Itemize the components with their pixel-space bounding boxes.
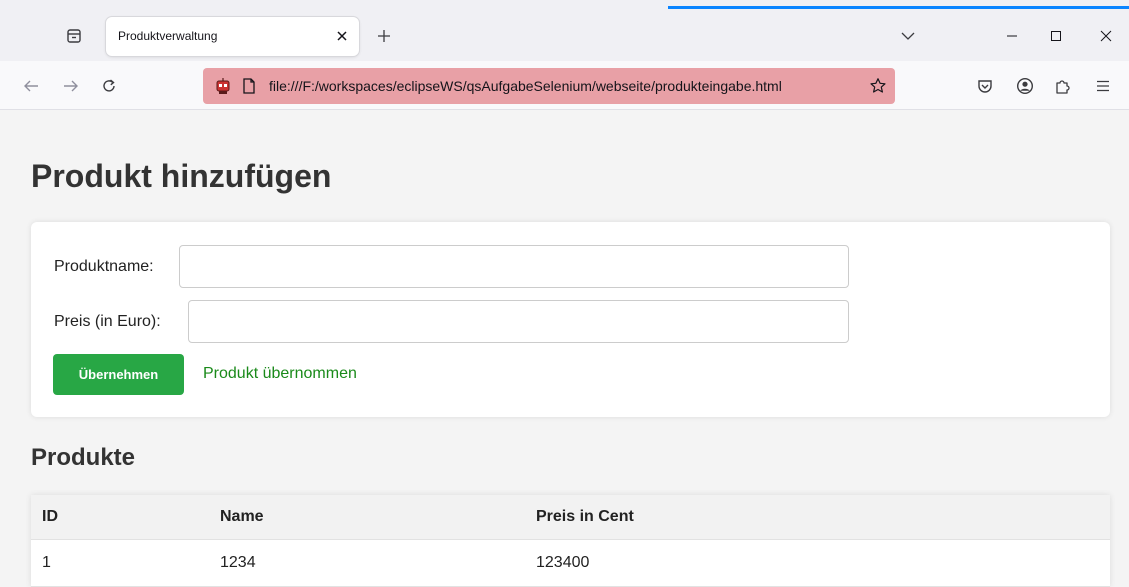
hamburger-menu-icon[interactable] bbox=[1090, 73, 1116, 99]
page-icon[interactable] bbox=[241, 77, 259, 95]
success-message: Produkt übernommen bbox=[203, 365, 357, 382]
extensions-icon[interactable] bbox=[1050, 73, 1076, 99]
product-name-label: Produktname: bbox=[54, 258, 154, 275]
star-icon[interactable] bbox=[868, 76, 888, 96]
cell-name: 1234 bbox=[209, 539, 525, 587]
browser-chrome: Produktverwaltung file:///F:/workspaces/… bbox=[0, 0, 1129, 110]
maximize-icon[interactable] bbox=[1040, 22, 1072, 50]
products-section-title: Produkte bbox=[31, 444, 136, 471]
tab-produktverwaltung[interactable]: Produktverwaltung bbox=[106, 17, 359, 56]
column-header-name: Name bbox=[209, 495, 525, 540]
product-form-card: Produktname: Preis (in Euro): Übernehmen… bbox=[31, 222, 1110, 417]
tab-title: Produktverwaltung bbox=[118, 29, 218, 43]
window-close-icon[interactable] bbox=[1090, 22, 1122, 50]
page-title: Produkt hinzufügen bbox=[31, 158, 332, 194]
product-name-input[interactable] bbox=[179, 245, 849, 288]
tab-list-icon[interactable] bbox=[58, 22, 90, 50]
robot-icon[interactable] bbox=[214, 77, 232, 95]
url-bar[interactable]: file:///F:/workspaces/eclipseWS/qsAufgab… bbox=[203, 68, 895, 104]
url-text[interactable]: file:///F:/workspaces/eclipseWS/qsAufgab… bbox=[269, 78, 782, 94]
price-label: Preis (in Euro): bbox=[54, 313, 161, 330]
reload-icon[interactable] bbox=[96, 73, 122, 99]
column-header-price: Preis in Cent bbox=[525, 495, 1110, 540]
forward-icon[interactable] bbox=[58, 73, 84, 99]
pocket-icon[interactable] bbox=[972, 73, 998, 99]
table-row: 1 1234 123400 bbox=[31, 539, 1110, 587]
back-icon[interactable] bbox=[18, 73, 44, 99]
table-header-row: ID Name Preis in Cent bbox=[31, 495, 1110, 540]
page-content: Produkt hinzufügen Produktname: Preis (i… bbox=[0, 110, 1129, 587]
loading-indicator bbox=[668, 6, 1129, 9]
close-tab-icon[interactable] bbox=[331, 25, 353, 47]
submit-button[interactable]: Übernehmen bbox=[53, 354, 184, 395]
chevron-down-icon[interactable] bbox=[896, 24, 920, 48]
cell-id: 1 bbox=[31, 539, 209, 587]
new-tab-icon[interactable] bbox=[372, 24, 396, 48]
products-table: ID Name Preis in Cent 1 1234 123400 bbox=[31, 495, 1110, 587]
account-icon[interactable] bbox=[1012, 73, 1038, 99]
cell-price: 123400 bbox=[525, 539, 1110, 587]
minimize-icon[interactable] bbox=[996, 22, 1028, 50]
column-header-id: ID bbox=[31, 495, 209, 540]
price-input[interactable] bbox=[188, 300, 849, 343]
tab-bar: Produktverwaltung bbox=[0, 0, 1129, 61]
